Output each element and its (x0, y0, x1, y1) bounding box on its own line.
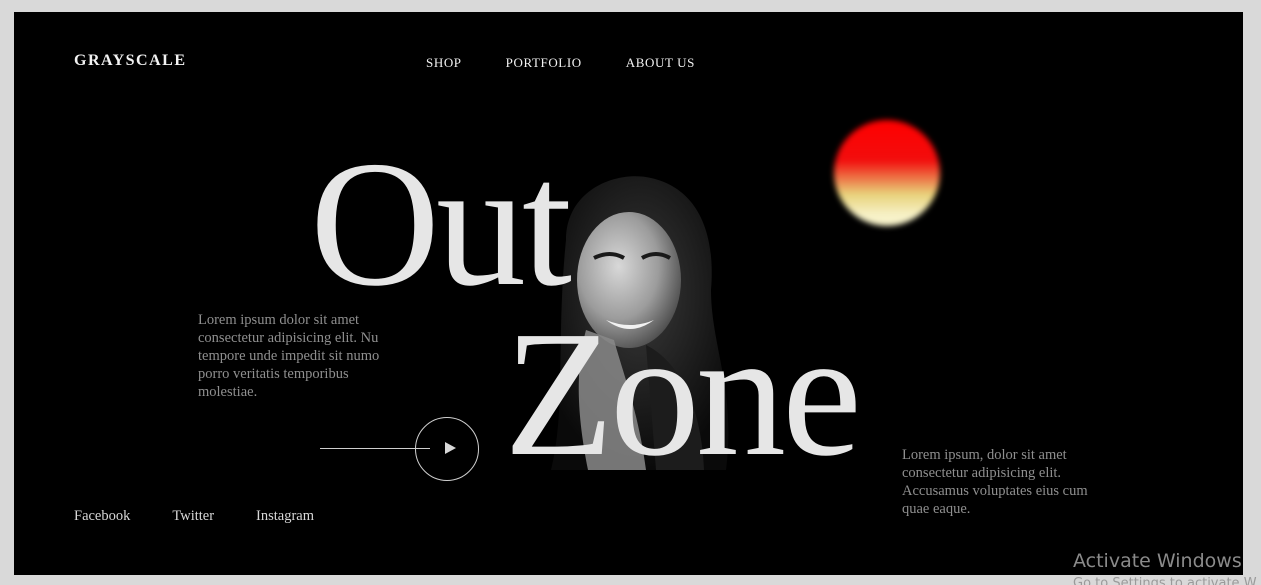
nav-item-shop[interactable]: SHOP (426, 55, 462, 71)
activate-windows-subtitle: Go to Settings to activate W (1073, 576, 1257, 585)
nav-item-about-us[interactable]: ABOUT US (626, 55, 695, 71)
hero-frame: GRAYSCALE SHOP PORTFOLIO ABOUT US Out Zo… (14, 12, 1243, 575)
intro-line: porro veritatis temporibus (198, 366, 349, 382)
main-nav: SHOP PORTFOLIO ABOUT US (426, 55, 739, 71)
intro-line: tempore unde impedit sit numo (198, 348, 380, 364)
intro-line: Lorem ipsum dolor sit amet (198, 312, 360, 328)
intro-line: consectetur adipisicing elit. Nu (198, 330, 379, 346)
hero-side-text: Lorem ipsum, dolor sit amet consectetur … (902, 447, 1088, 517)
arrow-line (320, 448, 430, 449)
brand-logo[interactable]: GRAYSCALE (74, 52, 187, 70)
play-arrow-icon (445, 442, 456, 454)
activate-windows-title: Activate Windows (1073, 550, 1242, 572)
hero-title-zone: Zone (504, 294, 862, 493)
nav-item-portfolio[interactable]: PORTFOLIO (506, 55, 582, 71)
hero-intro-text: Lorem ipsum dolor sit amet consectetur a… (198, 311, 394, 401)
social-link-instagram[interactable]: Instagram (256, 508, 314, 525)
social-link-twitter[interactable]: Twitter (172, 508, 214, 525)
scroll-arrow-button[interactable] (320, 416, 480, 482)
hero-title-out: Out (310, 124, 572, 323)
intro-line: molestiae. (198, 384, 258, 400)
social-links: Facebook Twitter Instagram (74, 508, 356, 525)
sunset-gradient-orb (834, 120, 940, 226)
social-link-facebook[interactable]: Facebook (74, 508, 130, 525)
